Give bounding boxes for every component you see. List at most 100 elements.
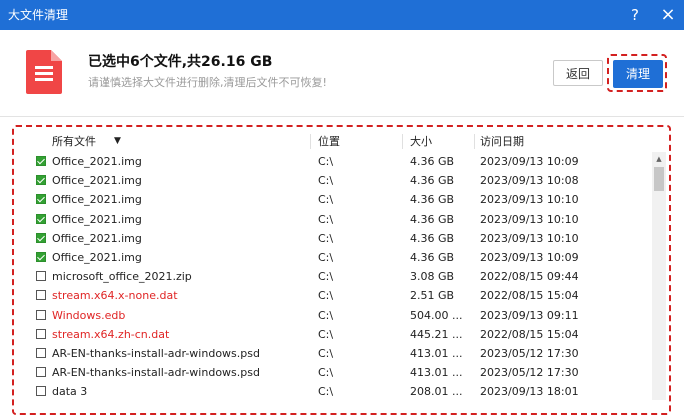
file-name: Office_2021.img [52,193,142,207]
selection-summary: 已选中6个文件,共26.16 GB [88,54,273,70]
row-checkbox[interactable] [36,290,46,301]
file-size: 4.36 GB [410,174,455,188]
table-row[interactable]: Office_2021.img C:\ 4.36 GB 2023/09/13 10:1… [14,229,652,248]
table-row[interactable]: microsoft_office_2021.zip C:\ 3.08 GB 2022/… [14,267,652,286]
vertical-scrollbar[interactable]: ▲ [652,152,666,400]
file-location: C:\ [318,270,334,284]
sort-down-icon[interactable]: ▼ [114,131,121,152]
file-date: 2023/09/13 09:11 [480,308,579,322]
file-location: C:\ [318,366,334,380]
file-location: C:\ [318,308,334,322]
close-icon[interactable]: × [654,0,682,30]
file-size: 208.01 ... [410,385,463,399]
table-row[interactable]: AR-EN-thanks-install-adr-windows.psd C:\ 4… [14,363,652,382]
table-row[interactable]: stream.x64.zh-cn.dat C:\ 445.21 ... 2022/08… [14,325,652,344]
file-location: C:\ [318,231,334,245]
column-date[interactable]: 访问日期 [480,131,524,152]
table-row[interactable]: AR-EN-thanks-install-adr-windows.psd C:\ 4… [14,344,652,363]
row-checkbox[interactable] [36,194,46,205]
row-checkbox[interactable] [36,309,46,320]
file-location: C:\ [318,346,334,360]
file-date: 2023/09/13 10:10 [480,193,579,207]
title-bar: 大文件清理 ? × [0,0,684,30]
file-name: AR-EN-thanks-install-adr-windows.psd [52,346,260,360]
file-date: 2023/09/13 10:10 [480,212,579,226]
file-location: C:\ [318,155,334,168]
file-name: AR-EN-thanks-install-adr-windows.psd [52,366,260,380]
file-size: 4.36 GB [410,193,455,207]
column-size[interactable]: 大小 [410,131,432,152]
column-divider[interactable] [474,134,475,149]
file-location: C:\ [318,385,334,399]
file-size: 413.01 ... [410,366,463,380]
table-row[interactable]: Office_2021.img C:\ 4.36 GB 2023/09/13 10:1… [14,190,652,209]
file-date: 2022/08/15 15:04 [480,327,579,341]
file-date: 2023/09/13 10:09 [480,155,579,168]
file-location: C:\ [318,174,334,188]
document-icon [26,50,62,94]
file-name: Office_2021.img [52,174,142,188]
file-date: 2023/05/12 17:30 [480,366,579,380]
file-name: Office_2021.img [52,231,142,245]
file-size: 4.36 GB [410,231,455,245]
file-name: stream.x64.x-none.dat [52,289,178,303]
table-row[interactable]: Office_2021.img C:\ 4.36 GB 2023/09/13 10:1… [14,210,652,229]
file-size: 504.00 ... [410,308,463,322]
table-row[interactable]: Office_2021.img C:\ 4.36 GB 2023/09/13 10:0… [14,171,652,190]
file-size: 3.08 GB [410,270,455,284]
file-date: 2023/09/13 10:08 [480,174,579,188]
row-checkbox[interactable] [36,347,46,358]
file-location: C:\ [318,250,334,264]
file-location: C:\ [318,212,334,226]
row-checkbox[interactable] [36,232,46,243]
row-checkbox[interactable] [36,271,46,282]
file-size: 4.36 GB [410,155,455,168]
column-name[interactable]: 所有文件 [52,131,96,152]
column-header: 所有文件 ▼ 位置 大小 访问日期 [14,131,652,152]
back-button[interactable]: 返回 [553,60,603,86]
file-location: C:\ [318,289,334,303]
warning-text: 请谨慎选择大文件进行删除,清理后文件不可恢复! [88,76,327,89]
column-location[interactable]: 位置 [318,131,340,152]
file-size: 413.01 ... [410,346,463,360]
file-name: Windows.edb [52,308,126,322]
row-checkbox[interactable] [36,213,46,224]
table-row[interactable]: Office_2021.img C:\ 4.36 GB 2023/09/13 10:0… [14,152,652,171]
file-name: Office_2021.img [52,155,142,168]
file-date: 2023/05/12 17:30 [480,346,579,360]
table-row[interactable]: Windows.edb C:\ 504.00 ... 2023/09/13 09:11 [14,306,652,325]
file-date: 2022/08/15 15:04 [480,289,579,303]
file-size: 2.51 GB [410,289,455,303]
file-rows: Office_2021.img C:\ 4.36 GB 2023/09/13 10:0… [14,152,652,400]
scrollbar-thumb[interactable] [654,167,664,191]
file-date: 2023/09/13 10:09 [480,250,579,264]
file-location: C:\ [318,193,334,207]
row-checkbox[interactable] [36,386,46,397]
file-size: 4.36 GB [410,250,455,264]
file-date: 2023/09/13 18:01 [480,385,579,399]
file-list: 所有文件 ▼ 位置 大小 访问日期 Office_2021.img C:\ 4.36… [14,131,666,400]
table-row[interactable]: Office_2021.img C:\ 4.36 GB 2023/09/13 10:0… [14,248,652,267]
row-checkbox[interactable] [36,175,46,186]
file-date: 2022/08/15 09:44 [480,270,579,284]
file-date: 2023/09/13 10:10 [480,231,579,245]
row-checkbox[interactable] [36,367,46,378]
file-name: data 3 [52,385,88,399]
row-checkbox[interactable] [36,251,46,262]
column-divider[interactable] [310,134,311,149]
table-row[interactable]: data 3 C:\ 208.01 ... 2023/09/13 18:01 [14,382,652,400]
file-name: Office_2021.img [52,250,142,264]
table-row[interactable]: stream.x64.x-none.dat C:\ 2.51 GB 2022/08/1… [14,286,652,305]
clean-button[interactable]: 清理 [613,60,663,88]
row-checkbox[interactable] [36,156,46,166]
help-icon[interactable]: ? [621,0,649,30]
file-size: 445.21 ... [410,327,463,341]
scroll-up-icon[interactable]: ▲ [652,152,666,166]
file-name: Office_2021.img [52,212,142,226]
window-title: 大文件清理 [8,8,69,22]
column-divider[interactable] [402,134,403,149]
row-checkbox[interactable] [36,328,46,339]
file-size: 4.36 GB [410,212,455,226]
summary-header: 已选中6个文件,共26.16 GB 请谨慎选择大文件进行删除,清理后文件不可恢复… [0,30,684,117]
file-name: stream.x64.zh-cn.dat [52,327,170,341]
